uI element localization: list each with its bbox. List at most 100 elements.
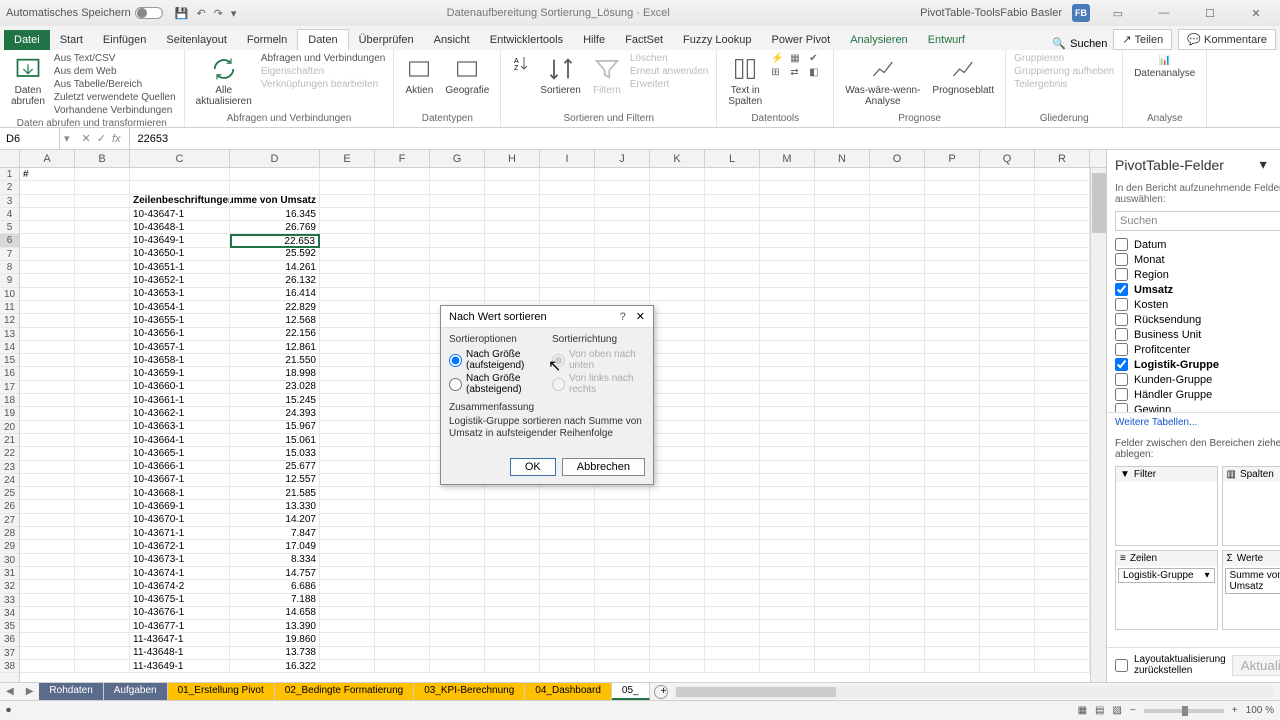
cell[interactable] — [925, 181, 980, 194]
cell[interactable]: 11-43648-1 — [130, 647, 230, 660]
cell[interactable] — [540, 647, 595, 660]
cell[interactable] — [1035, 274, 1090, 287]
cell[interactable] — [20, 314, 75, 327]
cell[interactable] — [925, 301, 980, 314]
cell[interactable] — [485, 288, 540, 301]
cell[interactable] — [230, 168, 320, 181]
cell[interactable] — [870, 181, 925, 194]
cell[interactable] — [760, 274, 815, 287]
cell[interactable] — [320, 181, 375, 194]
field-item[interactable]: Region — [1115, 267, 1280, 282]
cell[interactable] — [925, 168, 980, 181]
cell[interactable] — [595, 234, 650, 247]
cell[interactable] — [815, 500, 870, 513]
cell[interactable] — [75, 301, 130, 314]
column-header[interactable]: B — [75, 150, 130, 167]
cell[interactable] — [815, 607, 870, 620]
area-rows[interactable]: ≡Zeilen Logistik-Gruppe▾ — [1115, 550, 1218, 630]
cell[interactable] — [320, 660, 375, 673]
cell[interactable] — [320, 461, 375, 474]
cell[interactable]: 10-43659-1 — [130, 367, 230, 380]
cell[interactable] — [925, 367, 980, 380]
cell[interactable] — [1035, 447, 1090, 460]
column-header[interactable]: K — [650, 150, 705, 167]
cell[interactable] — [320, 381, 375, 394]
cell[interactable] — [815, 580, 870, 593]
redo-icon[interactable]: ↷ — [214, 7, 223, 20]
cell[interactable] — [375, 181, 430, 194]
row-header[interactable]: 6 — [0, 234, 19, 247]
cell[interactable] — [925, 288, 980, 301]
area-columns[interactable]: ▥Spalten — [1222, 466, 1280, 546]
ribbon-item[interactable]: Zuletzt verwendete Quellen — [54, 92, 176, 103]
cell[interactable] — [595, 288, 650, 301]
ribbon-item[interactable]: Abfragen und Verbindungen — [261, 53, 386, 64]
cell[interactable]: 10-43677-1 — [130, 620, 230, 633]
cell[interactable] — [815, 314, 870, 327]
cell[interactable]: 10-43648-1 — [130, 221, 230, 234]
search-label[interactable]: Suchen — [1070, 38, 1107, 50]
cell[interactable] — [870, 527, 925, 540]
cell[interactable] — [815, 487, 870, 500]
cell[interactable] — [650, 288, 705, 301]
cell[interactable]: 10-43655-1 — [130, 314, 230, 327]
cell[interactable] — [705, 461, 760, 474]
row-header[interactable]: 15 — [0, 354, 19, 367]
cell[interactable]: 22.653 — [230, 234, 320, 247]
cell[interactable] — [870, 288, 925, 301]
cell[interactable] — [650, 407, 705, 420]
cell[interactable] — [815, 341, 870, 354]
cell[interactable] — [705, 421, 760, 434]
cell[interactable] — [595, 487, 650, 500]
cell[interactable] — [595, 181, 650, 194]
cell[interactable] — [1035, 540, 1090, 553]
cell[interactable] — [870, 168, 925, 181]
text-to-columns-button[interactable]: Text in Spalten — [725, 53, 765, 109]
cell[interactable] — [375, 580, 430, 593]
flash-fill-icon[interactable]: ⚡ — [771, 53, 787, 64]
row-header[interactable]: 20 — [0, 421, 19, 434]
cell[interactable] — [815, 248, 870, 261]
cell[interactable] — [870, 208, 925, 221]
cell[interactable] — [20, 394, 75, 407]
cell[interactable] — [705, 607, 760, 620]
cell[interactable]: 16.322 — [230, 660, 320, 673]
cell[interactable] — [540, 168, 595, 181]
cell[interactable] — [980, 394, 1035, 407]
cell[interactable] — [1035, 381, 1090, 394]
cell[interactable]: 11-43649-1 — [130, 660, 230, 673]
cell[interactable]: 21.585 — [230, 487, 320, 500]
tab-seitenlayout[interactable]: Seitenlayout — [156, 30, 237, 50]
cell[interactable]: 15.967 — [230, 421, 320, 434]
cell[interactable] — [230, 181, 320, 194]
cell[interactable] — [485, 554, 540, 567]
row-header[interactable]: 11 — [0, 301, 19, 314]
cell[interactable] — [650, 527, 705, 540]
cell[interactable] — [760, 234, 815, 247]
cell[interactable]: Zeilenbeschriftungen▾ — [130, 195, 230, 208]
cell[interactable]: 16.414 — [230, 288, 320, 301]
cell[interactable] — [815, 208, 870, 221]
cell[interactable] — [430, 633, 485, 646]
cell[interactable] — [650, 221, 705, 234]
cell[interactable]: 10-43654-1 — [130, 301, 230, 314]
cell[interactable] — [320, 394, 375, 407]
cell[interactable]: 10-43650-1 — [130, 248, 230, 261]
cell[interactable]: 8.334 — [230, 554, 320, 567]
cell[interactable] — [870, 314, 925, 327]
field-checkbox[interactable] — [1115, 253, 1128, 266]
consolidate-icon[interactable]: ⊞ — [771, 67, 787, 78]
cancel-button[interactable]: Abbrechen — [562, 458, 645, 476]
area-values[interactable]: ΣWerte Summe von Umsatz▾ — [1222, 550, 1280, 630]
cell[interactable] — [375, 407, 430, 420]
cell[interactable] — [815, 620, 870, 633]
cell[interactable] — [705, 274, 760, 287]
cell[interactable] — [1035, 567, 1090, 580]
cell[interactable] — [760, 607, 815, 620]
cell[interactable] — [75, 447, 130, 460]
cell[interactable] — [485, 221, 540, 234]
row-header[interactable]: 18 — [0, 394, 19, 407]
row-header[interactable]: 2 — [0, 181, 19, 194]
cell[interactable] — [75, 181, 130, 194]
cell[interactable] — [1035, 500, 1090, 513]
